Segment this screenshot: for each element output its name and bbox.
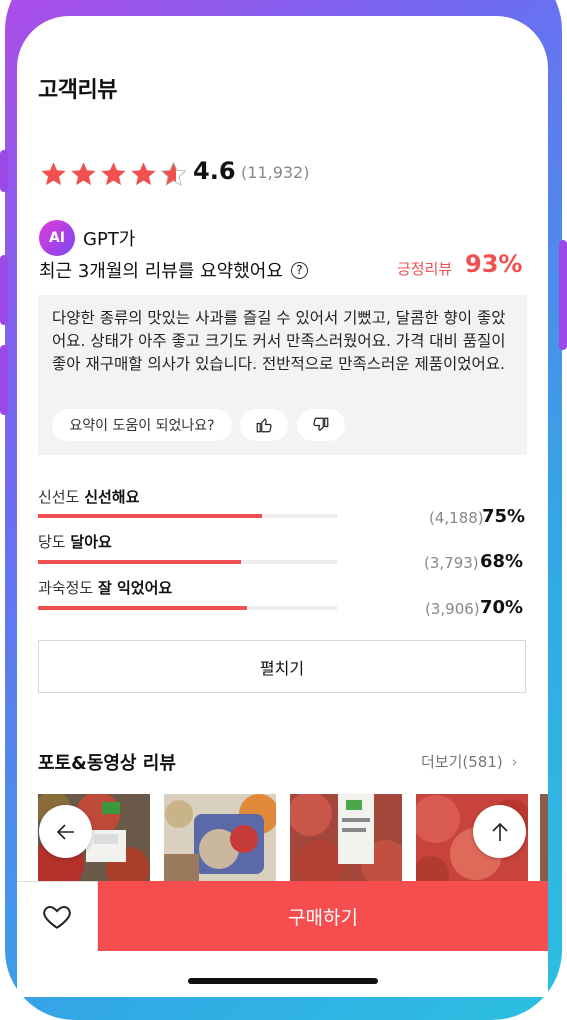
attribute-bar bbox=[38, 560, 337, 564]
rating-count: (11,932) bbox=[241, 163, 310, 182]
attribute-label-ripeness: 과숙정도 잘 익었어요 bbox=[38, 577, 172, 598]
thumbs-down-icon bbox=[313, 417, 329, 431]
apple-photo-image bbox=[164, 794, 276, 886]
ai-icon: AI bbox=[39, 220, 75, 256]
side-button bbox=[0, 345, 8, 415]
half-star-icon bbox=[160, 161, 187, 187]
summary-heading: 최근 3개월의 리뷰를 요약했어요 ? bbox=[39, 257, 308, 283]
star-icon bbox=[131, 162, 156, 186]
star-icon bbox=[41, 162, 66, 186]
screen: 고객리뷰 4.6 (11,932) AI GPT가 최근 3개월의 리뷰를 요약… bbox=[17, 16, 548, 997]
more-label: 더보기(581) bbox=[421, 753, 503, 771]
page-title: 고객리뷰 bbox=[38, 78, 117, 103]
review-photo[interactable] bbox=[164, 794, 276, 886]
review-photo[interactable] bbox=[290, 794, 402, 886]
home-indicator bbox=[188, 978, 378, 984]
star-rating bbox=[39, 160, 188, 189]
attribute-value: 신선해요 bbox=[84, 488, 140, 506]
arrow-up-icon bbox=[491, 822, 508, 841]
attribute-value: 잘 익었어요 bbox=[97, 579, 173, 597]
help-icon[interactable]: ? bbox=[290, 261, 308, 279]
summary-text: 다양한 종류의 맛있는 사과를 즐길 수 있어서 기뻤고, 달콤한 향이 좋았어… bbox=[52, 309, 506, 373]
attribute-label-sweetness: 당도 달아요 bbox=[38, 531, 112, 552]
attribute-bar-fill bbox=[38, 560, 242, 564]
heart-icon bbox=[43, 905, 71, 929]
positive-review-value: 93% bbox=[465, 250, 523, 278]
wishlist-button[interactable] bbox=[17, 881, 98, 951]
summary-title: 최근 3개월의 리뷰를 요약했어요 bbox=[39, 261, 283, 282]
summary-box: 다양한 종류의 맛있는 사과를 즐길 수 있어서 기뻤고, 달콤한 향이 좋았어… bbox=[38, 295, 527, 455]
summary-source: GPT가 bbox=[83, 229, 136, 250]
attribute-label-freshness: 신선도 신선해요 bbox=[38, 486, 139, 507]
attribute-bar bbox=[38, 514, 337, 518]
bottom-action-bar: 구매하기 bbox=[17, 881, 548, 951]
feedback-question: 요약이 도움이 되었나요? bbox=[52, 409, 232, 441]
apple-photo-image bbox=[540, 794, 548, 886]
expand-button[interactable]: 펼치기 bbox=[38, 640, 526, 693]
attribute-bar bbox=[38, 606, 337, 610]
scroll-top-button[interactable] bbox=[473, 805, 526, 858]
attribute-count: (3,793) bbox=[424, 554, 479, 572]
side-button bbox=[0, 255, 8, 325]
apple-photo-image bbox=[290, 794, 402, 886]
side-button bbox=[559, 240, 567, 350]
attribute-bar-fill bbox=[38, 606, 248, 610]
arrow-left-icon bbox=[56, 823, 74, 840]
positive-review-label: 긍정리뷰 bbox=[397, 260, 453, 278]
attribute-count: (3,906) bbox=[425, 600, 480, 618]
rating-value: 4.6 bbox=[193, 157, 236, 185]
thumbs-down-button[interactable] bbox=[297, 409, 345, 441]
star-icon bbox=[101, 162, 126, 186]
attribute-percent: 70% bbox=[480, 597, 524, 618]
attribute-percent: 75% bbox=[482, 506, 526, 527]
attribute-bar-fill bbox=[38, 514, 263, 518]
photo-review-title: 포토&동영상 리뷰 bbox=[38, 753, 176, 774]
chevron-right-icon: › bbox=[511, 753, 518, 771]
more-link[interactable]: 더보기(581) › bbox=[421, 751, 518, 772]
attribute-percent: 68% bbox=[480, 551, 524, 572]
scroll-left-button[interactable] bbox=[39, 805, 92, 858]
star-icon bbox=[71, 162, 96, 186]
attribute-name: 과숙정도 bbox=[38, 579, 94, 597]
attribute-value: 달아요 bbox=[70, 533, 112, 551]
attribute-name: 신선도 bbox=[38, 488, 80, 506]
buy-button[interactable]: 구매하기 bbox=[98, 881, 548, 951]
thumbs-up-button[interactable] bbox=[240, 409, 288, 441]
attribute-count: (4,188) bbox=[429, 509, 484, 527]
review-photo[interactable] bbox=[540, 794, 548, 886]
side-button bbox=[0, 150, 8, 192]
attribute-name: 당도 bbox=[38, 533, 66, 551]
thumbs-up-icon bbox=[256, 418, 272, 433]
